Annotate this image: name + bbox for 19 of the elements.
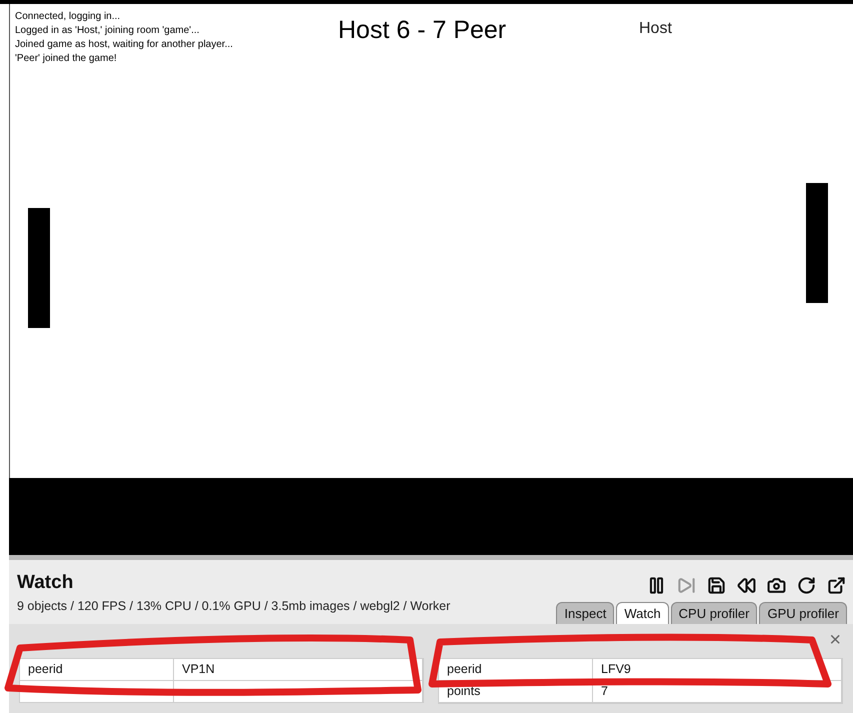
table-cell: VP1N [174,659,423,681]
score-text: Host 6 - 7 Peer [338,16,506,45]
table-cell: 7 [593,681,842,703]
panel-title: Watch [17,572,74,594]
table-cell: LFV9 [593,659,842,681]
tab[interactable]: Inspect [556,602,614,624]
stats-text: 9 objects / 120 FPS / 13% CPU / 0.1% GPU / 3.5mb images / webgl2 / Worker [17,599,450,613]
table-cell: peerid [20,659,174,681]
log-line: Joined game as host, waiting for another player... [15,38,233,52]
close-button[interactable]: × [829,630,841,650]
tab[interactable]: GPU profiler [759,602,847,624]
tab[interactable]: Watch [616,602,669,624]
log-line: 'Peer' joined the game! [15,52,118,66]
table-cell: points [439,681,593,703]
role-label: Host [639,20,672,38]
tab[interactable]: CPU profiler [670,602,758,624]
log-line: Logged in as 'Host,' joining room 'game'... [15,24,200,38]
table-cell: peerid [439,659,593,681]
log-line: Connected, logging in... [15,10,122,24]
